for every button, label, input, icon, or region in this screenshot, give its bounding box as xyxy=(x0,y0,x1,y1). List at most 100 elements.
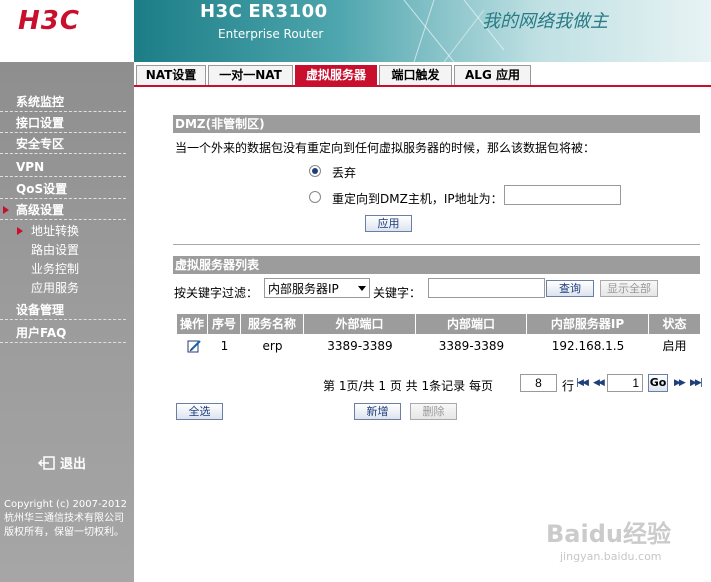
tab-nat-settings[interactable]: NAT设置 xyxy=(136,65,206,86)
filter-field-value: 内部服务器IP xyxy=(268,282,339,296)
pagination-text: 第 1页/共 1 页 共 1条记录 每页 xyxy=(323,377,493,394)
dmz-section-title: DMZ(非管制区) xyxy=(173,115,700,133)
nav-qos[interactable]: QoS设置 xyxy=(0,179,126,199)
col-action: 操作 xyxy=(177,314,208,334)
tab-one-to-one-nat[interactable]: 一对一NAT xyxy=(208,65,293,86)
h3c-logo: H3C xyxy=(18,6,80,36)
col-internal-port: 内部端口 xyxy=(416,314,527,334)
go-button[interactable]: Go xyxy=(648,374,668,392)
nav-label: 设备管理 xyxy=(16,303,65,317)
nav-label: 安全专区 xyxy=(16,137,65,151)
pg-text: 第 xyxy=(323,379,336,393)
edit-icon[interactable] xyxy=(187,339,201,353)
nav-security[interactable]: 安全专区 xyxy=(0,134,126,154)
filter-label: 按关键字过滤： xyxy=(174,286,259,300)
cell-service-name: erp xyxy=(262,339,283,353)
last-page-icon[interactable]: ▶▶| xyxy=(690,378,703,388)
baidu-watermark: Baidu经验 xyxy=(546,520,671,548)
prev-page-icon[interactable]: ◀◀ xyxy=(593,378,605,388)
tab-port-trigger[interactable]: 端口触发 xyxy=(379,65,452,86)
cell-status: 启用 xyxy=(662,339,687,353)
tab-label: 端口触发 xyxy=(391,68,440,82)
tab-label: 一对一NAT xyxy=(219,68,282,82)
logout-button[interactable]: 退出 xyxy=(38,453,86,472)
subnav-service-control[interactable]: 业务控制 xyxy=(31,260,79,279)
dmz-ip-input[interactable] xyxy=(504,185,621,205)
product-subtitle: Enterprise Router xyxy=(218,27,324,41)
nav-label: QoS设置 xyxy=(16,182,68,196)
copyright-text: Copyright (c) 2007-2012 杭州华三通信技术有限公司 版权所… xyxy=(4,499,128,538)
next-page-icon[interactable]: ▶▶ xyxy=(674,378,686,388)
tab-label: ALG 应用 xyxy=(465,68,520,82)
product-prefix: H3C xyxy=(200,1,243,22)
active-arrow-icon xyxy=(3,206,9,214)
col-external-port: 外部端口 xyxy=(304,314,416,334)
pg-text: 条记录 每页 xyxy=(429,379,493,393)
tab-bar: NAT设置 一对一NAT 虚拟服务器 端口触发 ALG 应用 xyxy=(134,62,711,86)
pg-text: 页/共 xyxy=(346,379,375,393)
pg-total-records: 1 xyxy=(421,379,430,393)
nav-label: 高级设置 xyxy=(16,203,65,217)
pg-total-pages: 1 xyxy=(378,379,386,393)
tab-underline xyxy=(134,85,711,87)
slogan: 我的网络我做主 xyxy=(482,11,608,32)
nav-label: VPN xyxy=(16,160,45,174)
table-header: 操作 序号 服务名称 外部端口 内部端口 内部服务器IP 状态 xyxy=(177,314,700,334)
nav-device-management[interactable]: 设备管理 xyxy=(0,300,126,320)
active-arrow-icon xyxy=(17,227,23,235)
sidebar: 系统监控 接口设置 安全专区 VPN QoS设置 高级设置 地址转换 路由设置 … xyxy=(0,62,134,582)
rows-label: 行 xyxy=(562,379,575,393)
tab-label: 虚拟服务器 xyxy=(305,68,366,82)
pg-text: 页 共 xyxy=(389,379,418,393)
subnav-label: 应用服务 xyxy=(31,281,80,295)
tab-virtual-server[interactable]: 虚拟服务器 xyxy=(295,65,377,86)
watermark-url: jingyan.baidu.com xyxy=(560,550,662,563)
keyword-label: 关键字： xyxy=(373,286,422,300)
tab-alg[interactable]: ALG 应用 xyxy=(454,65,531,86)
subnav-label: 地址转换 xyxy=(31,224,80,238)
logo-area: H3C xyxy=(0,0,134,62)
select-all-button[interactable]: 全选 xyxy=(176,403,223,420)
per-page-input[interactable] xyxy=(520,374,557,392)
cell-internal-port: 3389-3389 xyxy=(438,339,505,353)
filter-field-select[interactable]: 内部服务器IP xyxy=(264,278,370,298)
show-all-button[interactable]: 显示全部 xyxy=(600,280,658,297)
apply-button[interactable]: 应用 xyxy=(365,215,412,232)
product-model: ER3100 xyxy=(248,1,328,22)
keyword-input[interactable] xyxy=(428,278,545,298)
drop-radio[interactable] xyxy=(309,165,321,177)
add-button[interactable]: 新增 xyxy=(354,403,401,420)
nav-advanced-settings[interactable]: 高级设置 xyxy=(0,200,126,220)
nav-system-monitor[interactable]: 系统监控 xyxy=(0,92,126,112)
col-status: 状态 xyxy=(662,317,687,331)
search-button[interactable]: 查询 xyxy=(546,280,594,297)
delete-button[interactable]: 删除 xyxy=(410,403,457,420)
section-divider xyxy=(173,244,700,245)
goto-page-input[interactable] xyxy=(607,374,643,392)
subnav-address-translation[interactable]: 地址转换 xyxy=(17,222,80,241)
nav-label: 用户FAQ xyxy=(16,326,67,340)
chevron-down-icon xyxy=(358,286,366,291)
first-page-icon[interactable]: |◀◀ xyxy=(576,378,589,388)
drop-label: 丢弃 xyxy=(332,166,357,180)
logout-label: 退出 xyxy=(60,457,87,472)
nav-vpn[interactable]: VPN xyxy=(0,157,126,177)
nav-user-faq[interactable]: 用户FAQ xyxy=(0,323,126,343)
cell-internal-ip: 192.168.1.5 xyxy=(551,339,625,353)
subnav-label: 路由设置 xyxy=(31,243,80,257)
header-banner: H3C ER3100 Enterprise Router 我的网络我做主 xyxy=(134,0,711,62)
dmz-description: 当一个外来的数据包没有重定向到任何虚拟服务器的时候，那么该数据包将被： xyxy=(175,141,596,155)
col-internal-ip: 内部服务器IP xyxy=(527,314,649,334)
nav-label: 接口设置 xyxy=(16,116,65,130)
col-service-name: 服务名称 xyxy=(241,314,304,334)
nav-interface-settings[interactable]: 接口设置 xyxy=(0,113,126,133)
col-index: 序号 xyxy=(208,314,241,334)
subnav-label: 业务控制 xyxy=(31,262,80,276)
redirect-radio[interactable] xyxy=(309,191,321,203)
vs-list-section-title: 虚拟服务器列表 xyxy=(173,256,700,274)
redirect-label: 重定向到DMZ主机，IP地址为： xyxy=(332,192,503,206)
nav-label: 系统监控 xyxy=(16,95,65,109)
cell-index: 1 xyxy=(220,339,229,353)
subnav-app-services[interactable]: 应用服务 xyxy=(31,279,79,298)
subnav-routing[interactable]: 路由设置 xyxy=(31,241,79,260)
